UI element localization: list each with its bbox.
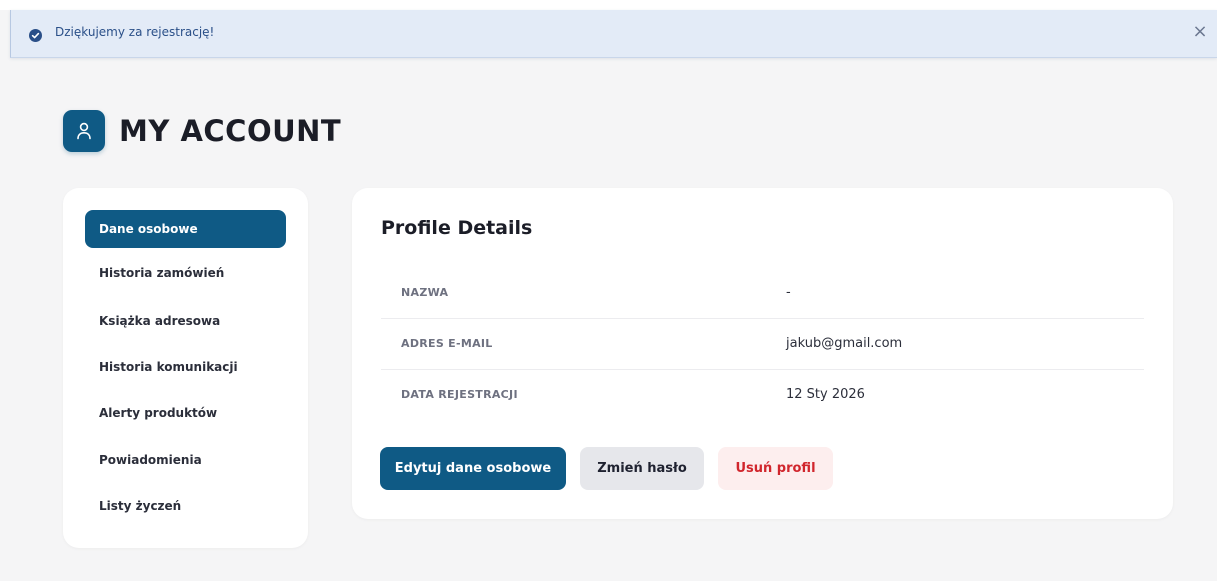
success-alert: Dziękujemy za rejestrację! × bbox=[10, 10, 1217, 58]
profile-row-email: ADRES E-MAIL jakub@gmail.com bbox=[381, 318, 1144, 370]
sidebar-item-ksiazka-adresowa[interactable]: Książka adresowa bbox=[85, 302, 286, 340]
sidebar-item-historia-zamowien[interactable]: Historia zamówień bbox=[85, 254, 286, 292]
change-password-button[interactable]: Zmień hasło bbox=[580, 447, 704, 490]
sidebar-item-dane-osobowe[interactable]: Dane osobowe bbox=[85, 210, 286, 248]
account-sidebar: Dane osobowe Historia zamówień Książka a… bbox=[63, 188, 308, 548]
delete-profile-button[interactable]: Usuń profil bbox=[718, 447, 833, 490]
edit-profile-button[interactable]: Edytuj dane osobowe bbox=[380, 447, 566, 490]
user-badge bbox=[63, 110, 105, 152]
row-value: jakub@gmail.com bbox=[786, 336, 903, 351]
check-circle-icon bbox=[29, 27, 42, 42]
row-label: ADRES E-MAIL bbox=[401, 337, 493, 350]
profile-details-title: Profile Details bbox=[381, 217, 533, 239]
page-title: MY ACCOUNT bbox=[119, 114, 342, 148]
row-value: 12 Sty 2026 bbox=[786, 387, 865, 402]
alert-message: Dziękujemy za rejestrację! bbox=[55, 25, 215, 39]
close-icon[interactable]: × bbox=[1191, 22, 1209, 42]
top-strip bbox=[0, 0, 1217, 10]
sidebar-item-powiadomienia[interactable]: Powiadomienia bbox=[85, 441, 286, 479]
sidebar-item-alerty-produktow[interactable]: Alerty produktów bbox=[85, 394, 286, 432]
sidebar-item-historia-komunikacji[interactable]: Historia komunikacji bbox=[85, 348, 286, 386]
profile-row-registration-date: DATA REJESTRACJI 12 Sty 2026 bbox=[381, 369, 1144, 420]
profile-row-name: NAZWA - bbox=[381, 267, 1144, 319]
row-value: - bbox=[786, 285, 791, 300]
row-label: NAZWA bbox=[401, 286, 449, 299]
sidebar-item-listy-zyczen[interactable]: Listy życzeń bbox=[85, 487, 286, 525]
user-icon bbox=[77, 122, 91, 140]
profile-details-card: Profile Details NAZWA - ADRES E-MAIL jak… bbox=[352, 188, 1173, 519]
row-label: DATA REJESTRACJI bbox=[401, 388, 518, 401]
